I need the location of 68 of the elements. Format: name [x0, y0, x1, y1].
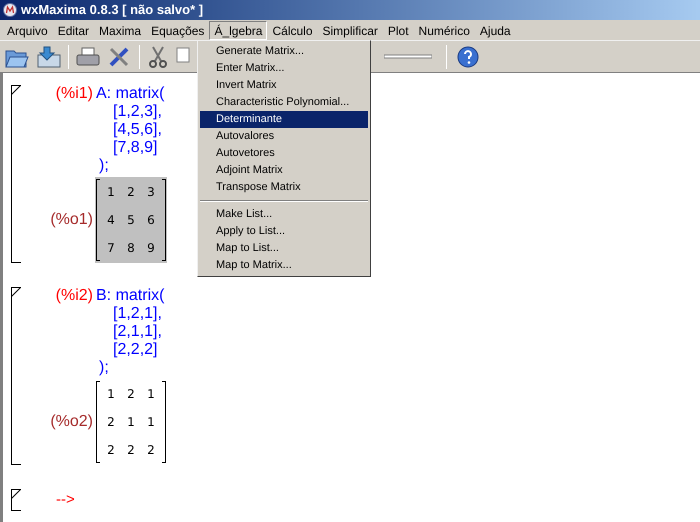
dropdown-item[interactable]: Make List... [200, 206, 368, 223]
matrix-entry: 1 [106, 185, 116, 199]
matrix-entry: 1 [106, 387, 116, 401]
menu-item[interactable]: Ajuda [474, 20, 516, 40]
slider-track-icon[interactable] [384, 54, 432, 60]
menu-item[interactable]: Numérico [414, 20, 475, 40]
dropdown-item[interactable]: Enter Matrix... [200, 60, 368, 77]
dropdown-item[interactable]: Determinante [200, 111, 368, 128]
dropdown-item[interactable]: Map to List... [200, 240, 368, 257]
cell-bracket[interactable] [11, 489, 21, 512]
input-code-line: [2,1,1], [112, 323, 163, 341]
input-code-line: [4,5,6], [112, 121, 163, 139]
dropdown-item[interactable]: Apply to List... [200, 223, 368, 240]
menu-item[interactable]: Simplificar [318, 20, 383, 40]
matrix-entry: 2 [126, 185, 136, 199]
printer-icon[interactable] [75, 44, 101, 68]
input-code-line: [2,2,2] [112, 341, 158, 359]
input-code-line: [1,2,3], [112, 103, 163, 121]
input-code-line: [1,2,1], [112, 305, 163, 323]
dropdown-item[interactable]: Map to Matrix... [200, 257, 368, 274]
matrix-entry: 4 [106, 213, 116, 227]
menu-item[interactable]: Equações [146, 20, 210, 40]
input-code-line: B: matrix( [96, 287, 164, 305]
matrix-entry: 9 [146, 241, 156, 255]
matrix-entry: 5 [126, 213, 136, 227]
matrix-entry: 3 [146, 185, 156, 199]
menu-item[interactable]: Maxima [94, 20, 146, 40]
matrix-entry: 1 [146, 387, 156, 401]
cell-bracket[interactable] [11, 85, 21, 263]
input-code-line: ); [98, 157, 110, 175]
matrix-entry: 1 [126, 415, 136, 429]
matrix-entry: 8 [126, 241, 136, 255]
menu-item[interactable]: Cálculo [267, 20, 318, 40]
menu-item[interactable]: Editar [52, 20, 94, 40]
help-icon[interactable] [457, 46, 479, 68]
dropdown-item[interactable]: Autovetores [200, 145, 368, 162]
dropdown-item[interactable]: Invert Matrix [200, 77, 368, 94]
menu-item[interactable]: Plot [382, 20, 414, 40]
matrix-entry: 6 [146, 213, 156, 227]
app-logo-icon [3, 3, 17, 17]
output-label: (%o1) [49, 210, 93, 230]
output-matrix[interactable]: 1 2 3 4 5 6 7 8 9 [95, 177, 167, 263]
output-label: (%o2) [49, 412, 93, 432]
input-code-line: ); [98, 359, 110, 377]
matrix-entry: 7 [106, 241, 116, 255]
input-prompt: --> [56, 490, 75, 510]
input-label: (%i2) [54, 287, 93, 306]
dropdown-item[interactable]: Autovalores [200, 128, 368, 145]
dropdown-item[interactable]: Generate Matrix... [200, 43, 368, 60]
input-label: (%i1) [54, 85, 93, 104]
menu-item[interactable]: Á_lgebra [209, 20, 268, 40]
dropdown-item[interactable]: Adjoint Matrix [200, 162, 368, 179]
dropdown-item[interactable]: Characteristic Polynomial... [200, 94, 368, 111]
window-title: wxMaxima 0.8.3 [ não salvo* ] [21, 1, 204, 20]
matrix-entry: 2 [126, 387, 136, 401]
matrix-entry: 1 [146, 415, 156, 429]
matrix-entry: 2 [106, 443, 116, 457]
cell-bracket[interactable] [11, 287, 21, 465]
input-code-line: A: matrix( [96, 85, 164, 103]
scissors-icon[interactable] [146, 44, 170, 68]
matrix-entry: 2 [106, 415, 116, 429]
dropdown-item[interactable]: Transpose Matrix [200, 179, 368, 196]
input-code-line: [7,8,9] [112, 139, 158, 157]
output-matrix[interactable]: 1 2 1 2 1 1 2 2 2 [95, 379, 167, 465]
menu-item[interactable]: Arquivo [2, 20, 53, 40]
matrix-entry: 2 [146, 443, 156, 457]
save-icon[interactable] [36, 44, 62, 68]
matrix-entry: 2 [126, 443, 136, 457]
